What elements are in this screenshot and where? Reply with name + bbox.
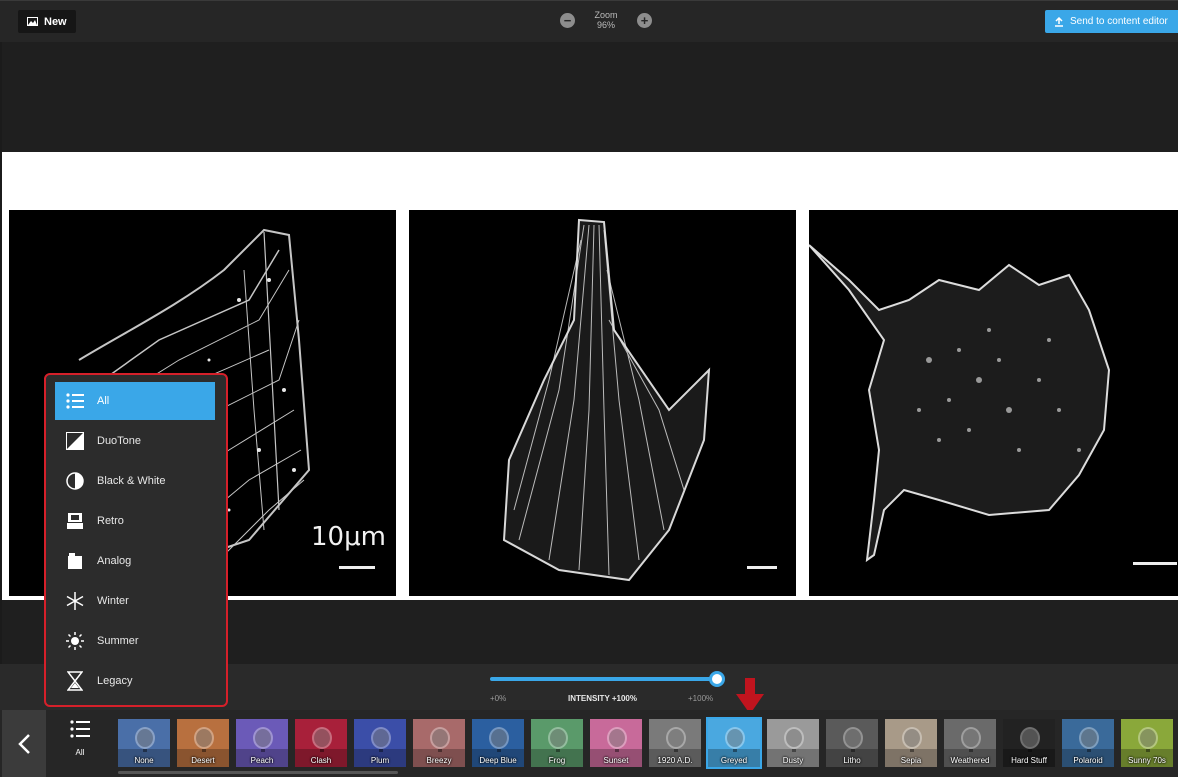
zoom-readout: Zoom 96%: [581, 10, 631, 30]
chevron-left-icon: [18, 733, 30, 754]
canvas-background-top: [2, 42, 1178, 152]
filter-thumb-label: Greyed: [720, 756, 748, 765]
filter-thumb-sunset[interactable]: Sunset: [590, 719, 642, 767]
filter-thumb-label: None: [134, 756, 154, 765]
category-item-label: Retro: [97, 515, 124, 527]
category-item-analog[interactable]: Analog: [55, 542, 215, 580]
scale-label: 10μm: [311, 522, 386, 552]
filter-thumb-label: Peach: [250, 756, 274, 765]
filter-thumb-label: Hard Stuff: [1011, 756, 1047, 765]
category-item-label: Legacy: [97, 675, 133, 687]
filter-thumb-breezy[interactable]: Breezy: [413, 719, 465, 767]
category-item-black-white[interactable]: Black & White: [55, 462, 215, 500]
hourglass-icon: [65, 671, 85, 691]
filter-thumb-greyed[interactable]: Greyed: [706, 717, 762, 769]
category-item-label: Winter: [97, 595, 129, 607]
filter-thumb-label: Polaroid: [1073, 756, 1103, 765]
analog-icon: [65, 551, 85, 571]
zoom-control: − Zoom 96% +: [560, 10, 652, 30]
filter-thumb-frog[interactable]: Frog: [531, 719, 583, 767]
intensity-slider-handle[interactable]: [709, 671, 725, 687]
category-item-label: Black & White: [97, 475, 166, 487]
filter-thumb-label: Sepia: [900, 756, 922, 765]
upload-icon: [1055, 16, 1063, 27]
filter-thumb-label: Sunset: [603, 756, 629, 765]
intensity-min-label: +0%: [490, 694, 507, 703]
new-button-label: New: [44, 15, 67, 28]
new-button[interactable]: New: [18, 10, 76, 33]
scale-bar: [1133, 562, 1177, 565]
snowflake-icon: [65, 591, 85, 611]
arrow-down-icon: [736, 678, 764, 714]
intensity-slider-track[interactable]: [490, 677, 717, 681]
filter-thumb-label: 1920 A.D.: [657, 756, 693, 765]
category-item-retro[interactable]: Retro: [55, 502, 215, 540]
category-item-label: Summer: [97, 635, 139, 647]
filter-thumb-sunny-70s[interactable]: Sunny 70s: [1121, 719, 1173, 767]
filter-thumb-weathered[interactable]: Weathered: [944, 719, 996, 767]
retro-icon: [65, 511, 85, 531]
category-all-label: All: [75, 748, 85, 757]
filter-thumb-label: Frog: [548, 756, 566, 765]
intensity-label: INTENSITY +100%: [568, 694, 637, 703]
filter-thumb-plum[interactable]: Plum: [354, 719, 406, 767]
list-icon: [65, 391, 85, 411]
cell-image-2: [409, 210, 796, 596]
filter-thumb-dusty[interactable]: Dusty: [767, 719, 819, 767]
filter-thumb-label: Dusty: [782, 756, 804, 765]
category-item-legacy[interactable]: Legacy: [55, 662, 215, 700]
category-item-winter[interactable]: Winter: [55, 582, 215, 620]
filter-thumb-litho[interactable]: Litho: [826, 719, 878, 767]
filter-thumb-label: Breezy: [426, 756, 452, 765]
filter-thumbnails: None Desert Peach Clash Plum Breezy Deep Blue F…: [118, 717, 1173, 769]
top-toolbar: New − Zoom 96% + Send to content editor: [0, 0, 1178, 42]
contrast-icon: [65, 471, 85, 491]
filter-strip: All None Desert Peach Clash Plum Breezy Deep B…: [0, 710, 1178, 777]
filter-thumb-desert[interactable]: Desert: [177, 719, 229, 767]
zoom-label: Zoom: [594, 10, 618, 20]
filter-thumb-1920-a-d-[interactable]: 1920 A.D.: [649, 719, 701, 767]
filter-thumb-label: Litho: [843, 756, 861, 765]
filter-thumb-label: Plum: [370, 756, 390, 765]
category-all-button[interactable]: All: [56, 720, 104, 775]
filter-thumb-label: Deep Blue: [479, 756, 517, 765]
filter-thumb-clash[interactable]: Clash: [295, 719, 347, 767]
category-item-label: DuoTone: [97, 435, 142, 447]
category-item-label: Analog: [97, 555, 132, 567]
send-button-label: Send to content editor: [1070, 16, 1168, 27]
filter-thumb-sepia[interactable]: Sepia: [885, 719, 937, 767]
filter-thumb-label: Clash: [310, 756, 332, 765]
zoom-value: 96%: [596, 20, 615, 30]
filter-thumb-hard-stuff[interactable]: Hard Stuff: [1003, 719, 1055, 767]
category-menu: All DuoTone Black & White Retro Analog Winter…: [44, 373, 228, 707]
filter-thumb-deep-blue[interactable]: Deep Blue: [472, 719, 524, 767]
filter-thumb-label: Sunny 70s: [1128, 756, 1166, 765]
category-item-all[interactable]: All: [55, 382, 215, 420]
scale-bar: [339, 566, 375, 569]
scale-bar: [747, 566, 777, 569]
image-icon: [27, 17, 38, 26]
zoom-in-button[interactable]: +: [637, 12, 652, 28]
intensity-max-label: +100%: [688, 694, 714, 703]
filter-thumb-none[interactable]: None: [118, 719, 170, 767]
back-button[interactable]: [2, 710, 46, 777]
duotone-icon: [65, 431, 85, 451]
category-item-summer[interactable]: Summer: [55, 622, 215, 660]
sun-icon: [65, 631, 85, 651]
cell-image-3: [809, 210, 1178, 596]
filter-thumb-label: Desert: [191, 756, 215, 765]
zoom-out-button[interactable]: −: [560, 12, 575, 28]
send-to-editor-button[interactable]: Send to content editor: [1045, 10, 1178, 33]
list-icon: [70, 720, 90, 738]
filter-thumb-polaroid[interactable]: Polaroid: [1062, 719, 1114, 767]
filter-scrollbar[interactable]: [118, 771, 398, 774]
category-item-duotone[interactable]: DuoTone: [55, 422, 215, 460]
category-item-label: All: [97, 395, 110, 407]
filter-thumb-label: Weathered: [950, 756, 990, 765]
filter-thumb-peach[interactable]: Peach: [236, 719, 288, 767]
